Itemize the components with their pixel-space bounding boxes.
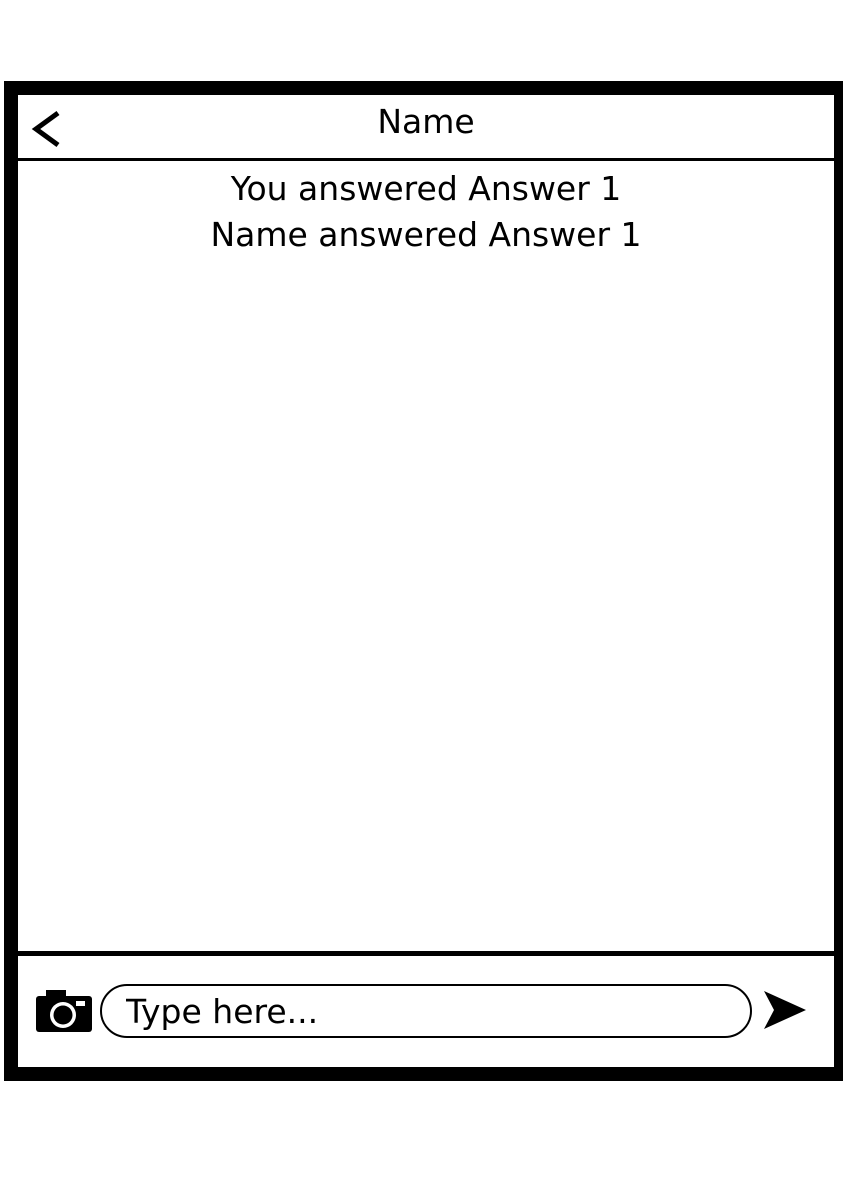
send-icon (764, 991, 806, 1029)
message-input[interactable] (100, 984, 752, 1038)
message-item: You answered Answer 1 (230, 169, 622, 208)
chat-window: Name You answered Answer 1 Name answered… (4, 81, 843, 1081)
message-item: Name answered Answer 1 (210, 215, 642, 254)
message-list: You answered Answer 1 Name answered Answ… (18, 161, 834, 951)
camera-icon (36, 990, 92, 1032)
message-composer (18, 951, 834, 1067)
camera-button[interactable] (36, 988, 92, 1032)
chat-header: Name (18, 95, 834, 161)
page-title: Name (377, 102, 475, 141)
send-button[interactable] (762, 989, 808, 1033)
